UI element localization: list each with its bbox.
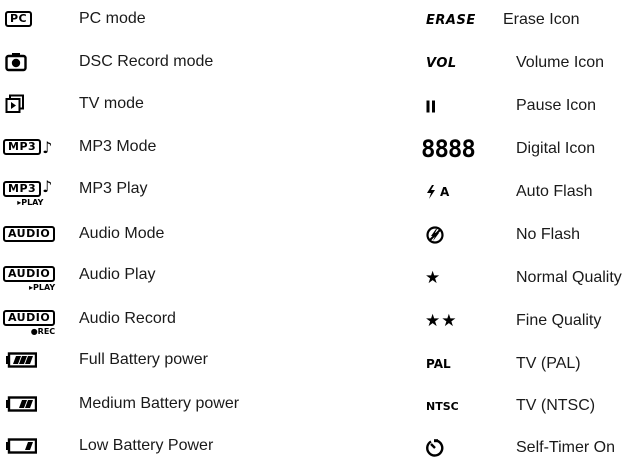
list-item: MP3 ♪ MP3 Mode [0,132,330,162]
item-label: Audio Mode [79,225,165,242]
item-label: Digital Icon [516,140,596,157]
self-timer-icon [426,433,496,463]
item-label: Auto Flash [516,183,593,200]
mp3-mode-icon: MP3 ♪ [3,132,73,162]
icon-legend: PC PC mode DSC Record mode TV mode MP3 ♪… [0,0,643,457]
list-item: VOL Volume Icon [424,48,643,78]
item-label: TV mode [79,95,144,112]
battery-full-icon [5,345,75,375]
list-item: Self-Timer On [424,433,643,463]
pal-icon: PAL [426,357,451,371]
list-item: PC PC mode [0,4,330,34]
no-flash-icon [426,220,496,250]
list-item: Medium Battery power [0,389,330,419]
erase-icon: ERASE [426,12,476,28]
pause-icon [426,91,496,121]
item-label: Pause Icon [516,97,597,114]
item-label: Medium Battery power [79,395,240,412]
tv-mode-icon [5,89,75,119]
normal-quality-icon: ★ [425,268,441,288]
item-label: TV (PAL) [516,355,581,372]
list-item: Full Battery power [0,345,330,375]
list-item: A Auto Flash [424,177,643,207]
auto-flash-icon: A [426,177,496,207]
list-item: ★★ Fine Quality [424,306,643,336]
audio-play-icon: AUDIO ▸PLAY [3,263,73,293]
volume-icon: VOL [426,55,457,71]
list-item: MP3 ♪ ▸PLAY MP3 Play [0,177,330,207]
battery-medium-icon [5,389,75,419]
camera-icon [5,47,75,77]
list-item: AUDIO ●REC Audio Record [0,307,330,337]
list-item: AUDIO Audio Mode [0,219,330,249]
digital-icon: 8888 [421,135,476,163]
item-label: Audio Play [79,266,156,283]
item-label: Normal Quality [516,269,622,286]
item-label: MP3 Play [79,180,148,197]
mp3-play-icon: MP3 ♪ ▸PLAY [3,177,73,207]
item-label: Erase Icon [503,11,580,28]
list-item: ERASE Erase Icon [424,5,643,35]
pc-mode-icon: PC [5,4,75,34]
ntsc-icon: NTSC [426,399,459,413]
list-item: PAL TV (PAL) [424,349,643,379]
list-item: AUDIO ▸PLAY Audio Play [0,263,330,293]
item-label: TV (NTSC) [516,397,596,414]
item-label: MP3 Mode [79,138,157,155]
list-item: No Flash [424,220,643,250]
audio-mode-icon: AUDIO [3,219,73,249]
list-item: DSC Record mode [0,47,330,77]
item-label: Fine Quality [516,312,602,329]
item-label: Self-Timer On [516,439,615,456]
list-item: ★ Normal Quality [424,263,643,293]
item-label: Full Battery power [79,351,208,368]
audio-record-icon: AUDIO ●REC [3,307,73,337]
fine-quality-icon: ★★ [425,311,458,331]
list-item: NTSC TV (NTSC) [424,391,643,421]
item-label: PC mode [79,10,146,27]
item-label: Audio Record [79,310,176,327]
list-item: 8888 Digital Icon [421,134,643,164]
list-item: TV mode [0,89,330,119]
item-label: DSC Record mode [79,53,214,70]
item-label: No Flash [516,226,581,243]
list-item: Pause Icon [424,91,643,121]
item-label: Volume Icon [516,54,605,71]
